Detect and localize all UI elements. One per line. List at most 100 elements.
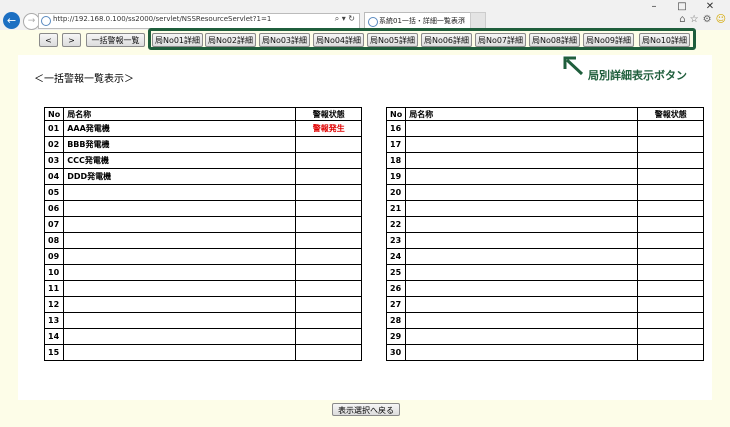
row-station-name: DDD発電機 xyxy=(63,168,297,185)
row-station-name xyxy=(63,232,297,249)
row-no: 30 xyxy=(385,344,407,361)
table-row: 26 xyxy=(385,280,705,297)
next-button[interactable]: > xyxy=(62,33,81,47)
row-no: 14 xyxy=(43,328,65,345)
row-no: 09 xyxy=(43,248,65,265)
feedback-smiley-icon[interactable]: ☺ xyxy=(716,14,726,26)
overview-button[interactable]: 一括警報一覧 xyxy=(86,33,145,47)
table-row: 27 xyxy=(385,296,705,313)
header-name: 局名称 xyxy=(405,107,639,121)
header-name: 局名称 xyxy=(63,107,297,121)
row-alarm-status xyxy=(295,312,363,329)
table-row: 06 xyxy=(43,200,363,217)
table-row: 29 xyxy=(385,328,705,345)
table-row: 03 CCC発電機 xyxy=(43,152,363,169)
url-text[interactable]: http://192.168.0.100/ss2000/servlet/NSSR… xyxy=(53,15,271,23)
row-alarm-status xyxy=(637,344,705,361)
table-row: 07 xyxy=(43,216,363,233)
refresh-icon[interactable]: ↻ xyxy=(348,14,355,23)
row-no: 24 xyxy=(385,248,407,265)
table-row: 02 BBB発電機 xyxy=(43,136,363,153)
row-station-name xyxy=(63,344,297,361)
row-alarm-status: 警報発生 xyxy=(295,120,363,137)
favorites-star-icon[interactable]: ☆ xyxy=(690,14,699,26)
row-alarm-status xyxy=(295,168,363,185)
row-alarm-status xyxy=(295,280,363,297)
row-station-name xyxy=(63,184,297,201)
row-station-name xyxy=(405,184,639,201)
table-row: 16 xyxy=(385,120,705,137)
tab-close-icon[interactable]: × xyxy=(459,15,466,24)
row-alarm-status xyxy=(637,264,705,281)
table-header-row: No 局名称 警報状態 xyxy=(43,107,363,121)
address-bar[interactable]: http://192.168.0.100/ss2000/servlet/NSSR… xyxy=(38,13,360,29)
back-arrow-icon[interactable]: ← xyxy=(3,12,20,29)
row-station-name xyxy=(405,328,639,345)
row-station-name xyxy=(63,328,297,345)
row-station-name xyxy=(405,152,639,169)
minimize-button[interactable]: – xyxy=(640,1,668,13)
home-icon[interactable]: ⌂ xyxy=(679,14,685,26)
row-alarm-status xyxy=(637,296,705,313)
table-header-row: No 局名称 警報状態 xyxy=(385,107,705,121)
table-row: 25 xyxy=(385,264,705,281)
row-alarm-status xyxy=(295,264,363,281)
row-alarm-status xyxy=(637,312,705,329)
row-no: 22 xyxy=(385,216,407,233)
row-alarm-status xyxy=(295,152,363,169)
row-no: 21 xyxy=(385,200,407,217)
row-alarm-status xyxy=(295,328,363,345)
row-alarm-status xyxy=(637,232,705,249)
row-station-name xyxy=(405,216,639,233)
row-alarm-status xyxy=(637,184,705,201)
row-alarm-status xyxy=(295,200,363,217)
station-buttons-highlight-frame xyxy=(148,28,696,50)
table-row: 10 xyxy=(43,264,363,281)
page-heading: ＜一括警報一覧表示＞ xyxy=(34,74,134,85)
settings-gear-icon[interactable]: ⚙ xyxy=(703,14,712,26)
table-row: 12 xyxy=(43,296,363,313)
header-no: No xyxy=(385,107,407,121)
row-alarm-status xyxy=(637,200,705,217)
table-row: 18 xyxy=(385,152,705,169)
table-row: 04 DDD発電機 xyxy=(43,168,363,185)
search-icon[interactable]: ⌕ xyxy=(335,14,339,23)
row-station-name xyxy=(63,264,297,281)
row-station-name xyxy=(405,200,639,217)
row-station-name xyxy=(63,200,297,217)
row-no: 29 xyxy=(385,328,407,345)
row-station-name xyxy=(405,120,639,137)
row-no: 26 xyxy=(385,280,407,297)
window-controls: – □ ✕ xyxy=(640,1,724,13)
close-window-button[interactable]: ✕ xyxy=(696,1,724,13)
dropdown-icon[interactable]: ▾ xyxy=(342,14,346,23)
row-no: 23 xyxy=(385,232,407,249)
table-row: 11 xyxy=(43,280,363,297)
row-alarm-status xyxy=(295,296,363,313)
table-row: 17 xyxy=(385,136,705,153)
row-alarm-status xyxy=(637,168,705,185)
table-row: 08 xyxy=(43,232,363,249)
prev-button[interactable]: < xyxy=(39,33,58,47)
table-row: 24 xyxy=(385,248,705,265)
row-no: 19 xyxy=(385,168,407,185)
row-station-name: AAA発電機 xyxy=(63,120,297,137)
row-station-name xyxy=(405,136,639,153)
row-alarm-status xyxy=(637,280,705,297)
table-row: 14 xyxy=(43,328,363,345)
row-no: 06 xyxy=(43,200,65,217)
row-station-name xyxy=(63,280,297,297)
row-station-name xyxy=(405,344,639,361)
back-to-selection-button[interactable]: 表示選択へ戻る xyxy=(332,403,400,416)
tab-favicon-icon xyxy=(368,17,378,27)
row-no: 07 xyxy=(43,216,65,233)
row-no: 28 xyxy=(385,312,407,329)
row-alarm-status xyxy=(637,136,705,153)
header-status: 警報状態 xyxy=(637,107,705,121)
row-station-name xyxy=(63,312,297,329)
row-station-name xyxy=(63,216,297,233)
row-no: 12 xyxy=(43,296,65,313)
table-row: 13 xyxy=(43,312,363,329)
row-no: 16 xyxy=(385,120,407,137)
maximize-button[interactable]: □ xyxy=(668,1,696,13)
